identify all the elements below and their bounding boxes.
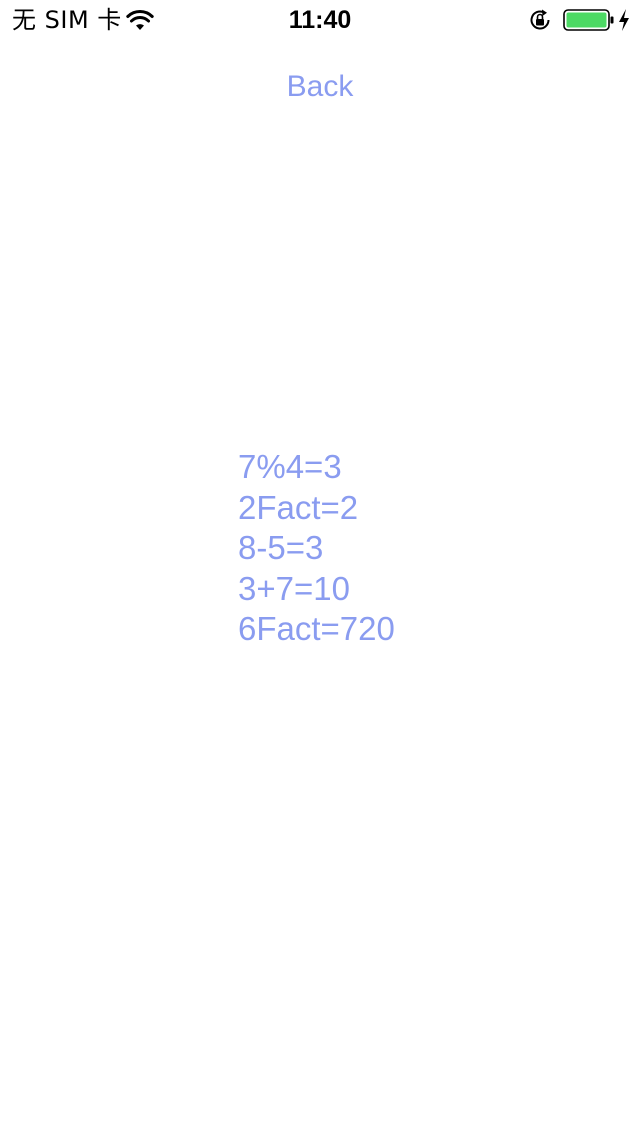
battery-icon	[563, 9, 614, 31]
result-line: 3+7=10	[238, 569, 350, 607]
result-line: 7%4=3	[238, 448, 342, 485]
result-line: 6Fact=720	[238, 610, 395, 647]
rotation-lock-icon	[530, 9, 550, 30]
status-bar: 无 SIM 卡 11:40	[0, 0, 640, 40]
charging-icon	[619, 9, 629, 31]
result-line: 2Fact=2	[238, 488, 359, 526]
result-line: 8-5=3	[238, 529, 324, 566]
result-list: 7%4=3 2Fact=2 8-5=3 3+7=10 6Fact=720	[238, 447, 395, 650]
back-button[interactable]: Back	[0, 68, 640, 106]
